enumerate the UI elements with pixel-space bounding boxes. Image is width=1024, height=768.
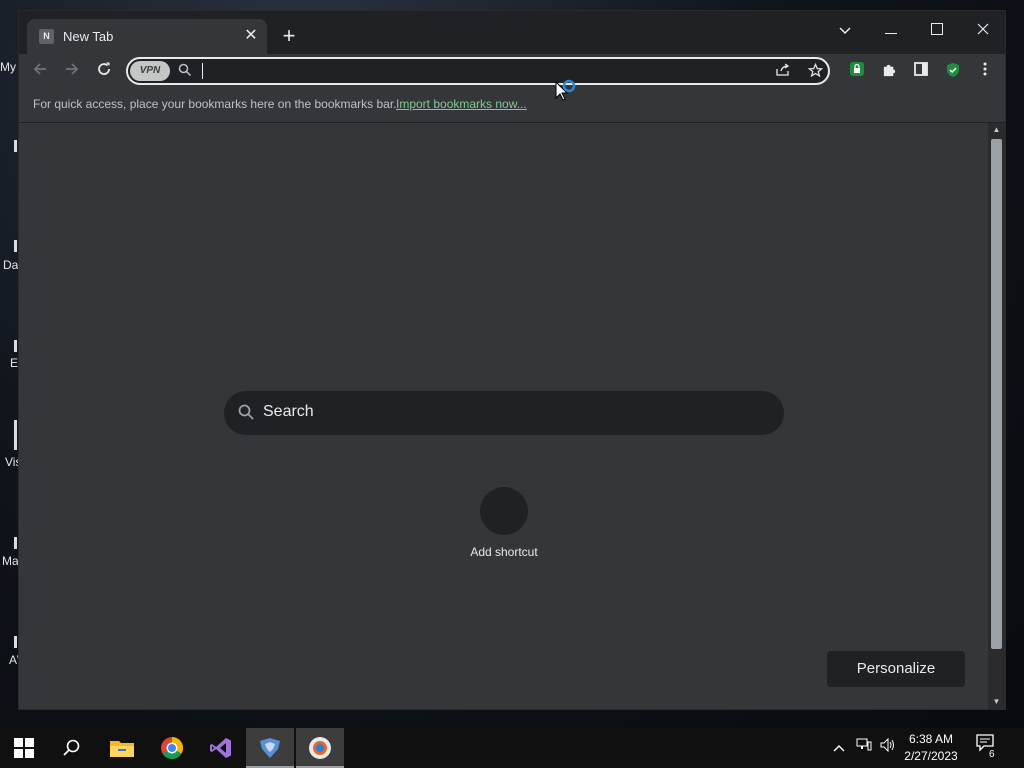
back-arrow-icon[interactable] xyxy=(28,60,52,84)
desktop-icon[interactable] xyxy=(14,537,17,549)
clock-date: 2/27/2023 xyxy=(904,749,958,763)
bookmarks-bar: For quick access, place your bookmarks h… xyxy=(19,90,1005,123)
close-window-icon[interactable] xyxy=(960,17,1006,45)
desktop-icon[interactable] xyxy=(14,636,17,648)
start-windows-icon[interactable] xyxy=(0,728,48,768)
desktop-icon[interactable] xyxy=(14,140,17,152)
search-icon xyxy=(238,404,254,425)
visual-studio-icon[interactable] xyxy=(197,728,245,768)
browser-app-icon[interactable] xyxy=(296,728,344,768)
text-caret xyxy=(202,63,203,79)
desktop-icon[interactable] xyxy=(14,340,17,352)
close-tab-icon[interactable]: ✕ xyxy=(241,26,261,46)
minimize-icon[interactable] xyxy=(868,17,914,45)
ntp-search-box[interactable]: Search xyxy=(224,391,784,435)
new-tab-plus-icon[interactable]: + xyxy=(277,25,301,49)
scrollbar-thumb[interactable] xyxy=(991,139,1002,649)
taskbar-search-icon[interactable] xyxy=(48,728,96,768)
add-shortcut-label[interactable]: Add shortcut xyxy=(419,545,589,559)
desktop-icon[interactable] xyxy=(14,240,17,252)
shield-check-icon[interactable] xyxy=(943,62,963,82)
scroll-up-arrow-icon[interactable]: ▲ xyxy=(988,123,1005,137)
bookmark-star-icon[interactable] xyxy=(806,62,824,81)
personalize-button[interactable]: Personalize xyxy=(827,651,965,687)
search-icon xyxy=(178,63,192,82)
volume-icon[interactable] xyxy=(880,728,896,768)
extensions-puzzle-icon[interactable] xyxy=(879,62,899,82)
ntp-search-placeholder: Search xyxy=(263,403,314,420)
toolbar: VPN xyxy=(19,54,1005,90)
add-shortcut-button[interactable] xyxy=(480,487,528,535)
notification-count-badge: 6 xyxy=(988,749,996,760)
browser-window: N New Tab ✕ + VPN For quick access, plac… xyxy=(18,10,1006,710)
side-panel-icon[interactable] xyxy=(911,62,931,82)
new-tab-page: Search Add shortcut Personalize xyxy=(19,123,989,709)
maximize-icon[interactable] xyxy=(914,17,960,45)
lock-extension-icon[interactable] xyxy=(847,62,867,82)
tab-new-tab[interactable]: N New Tab ✕ xyxy=(27,19,267,54)
store-app-icon[interactable] xyxy=(246,728,294,768)
scroll-down-arrow-icon[interactable]: ▼ xyxy=(988,695,1005,709)
tab-search-chevron-down-icon[interactable] xyxy=(822,17,868,45)
tray-chevron-up-icon[interactable] xyxy=(833,728,845,768)
tab-favicon-icon: N xyxy=(39,29,54,44)
chrome-icon[interactable] xyxy=(148,728,196,768)
reload-icon[interactable] xyxy=(92,60,116,84)
clock-time: 6:38 AM xyxy=(908,732,954,746)
forward-arrow-icon[interactable] xyxy=(60,60,84,84)
notifications-icon[interactable] xyxy=(976,728,996,768)
vpn-badge[interactable]: VPN xyxy=(130,61,170,81)
omnibox[interactable]: VPN xyxy=(126,57,830,85)
desktop-icon-label: My xyxy=(0,60,16,74)
file-explorer-icon[interactable] xyxy=(98,728,146,768)
import-bookmarks-link[interactable]: Import bookmarks now... xyxy=(396,97,527,111)
desktop-icon[interactable] xyxy=(14,420,17,450)
tab-strip: N New Tab ✕ + xyxy=(19,11,1005,54)
busy-cursor-icon xyxy=(538,76,578,111)
tab-title: New Tab xyxy=(63,29,114,44)
more-menu-icon[interactable] xyxy=(975,62,995,82)
page-scrollbar[interactable]: ▲ ▼ xyxy=(988,123,1005,709)
taskbar: 6:38 AM 2/27/2023 6 xyxy=(0,728,1024,768)
share-icon[interactable] xyxy=(774,63,792,81)
address-input[interactable] xyxy=(202,60,766,84)
taskbar-clock[interactable]: 6:38 AM 2/27/2023 xyxy=(900,731,962,765)
bookmarks-hint: For quick access, place your bookmarks h… xyxy=(33,97,397,111)
network-icon[interactable] xyxy=(856,728,872,768)
